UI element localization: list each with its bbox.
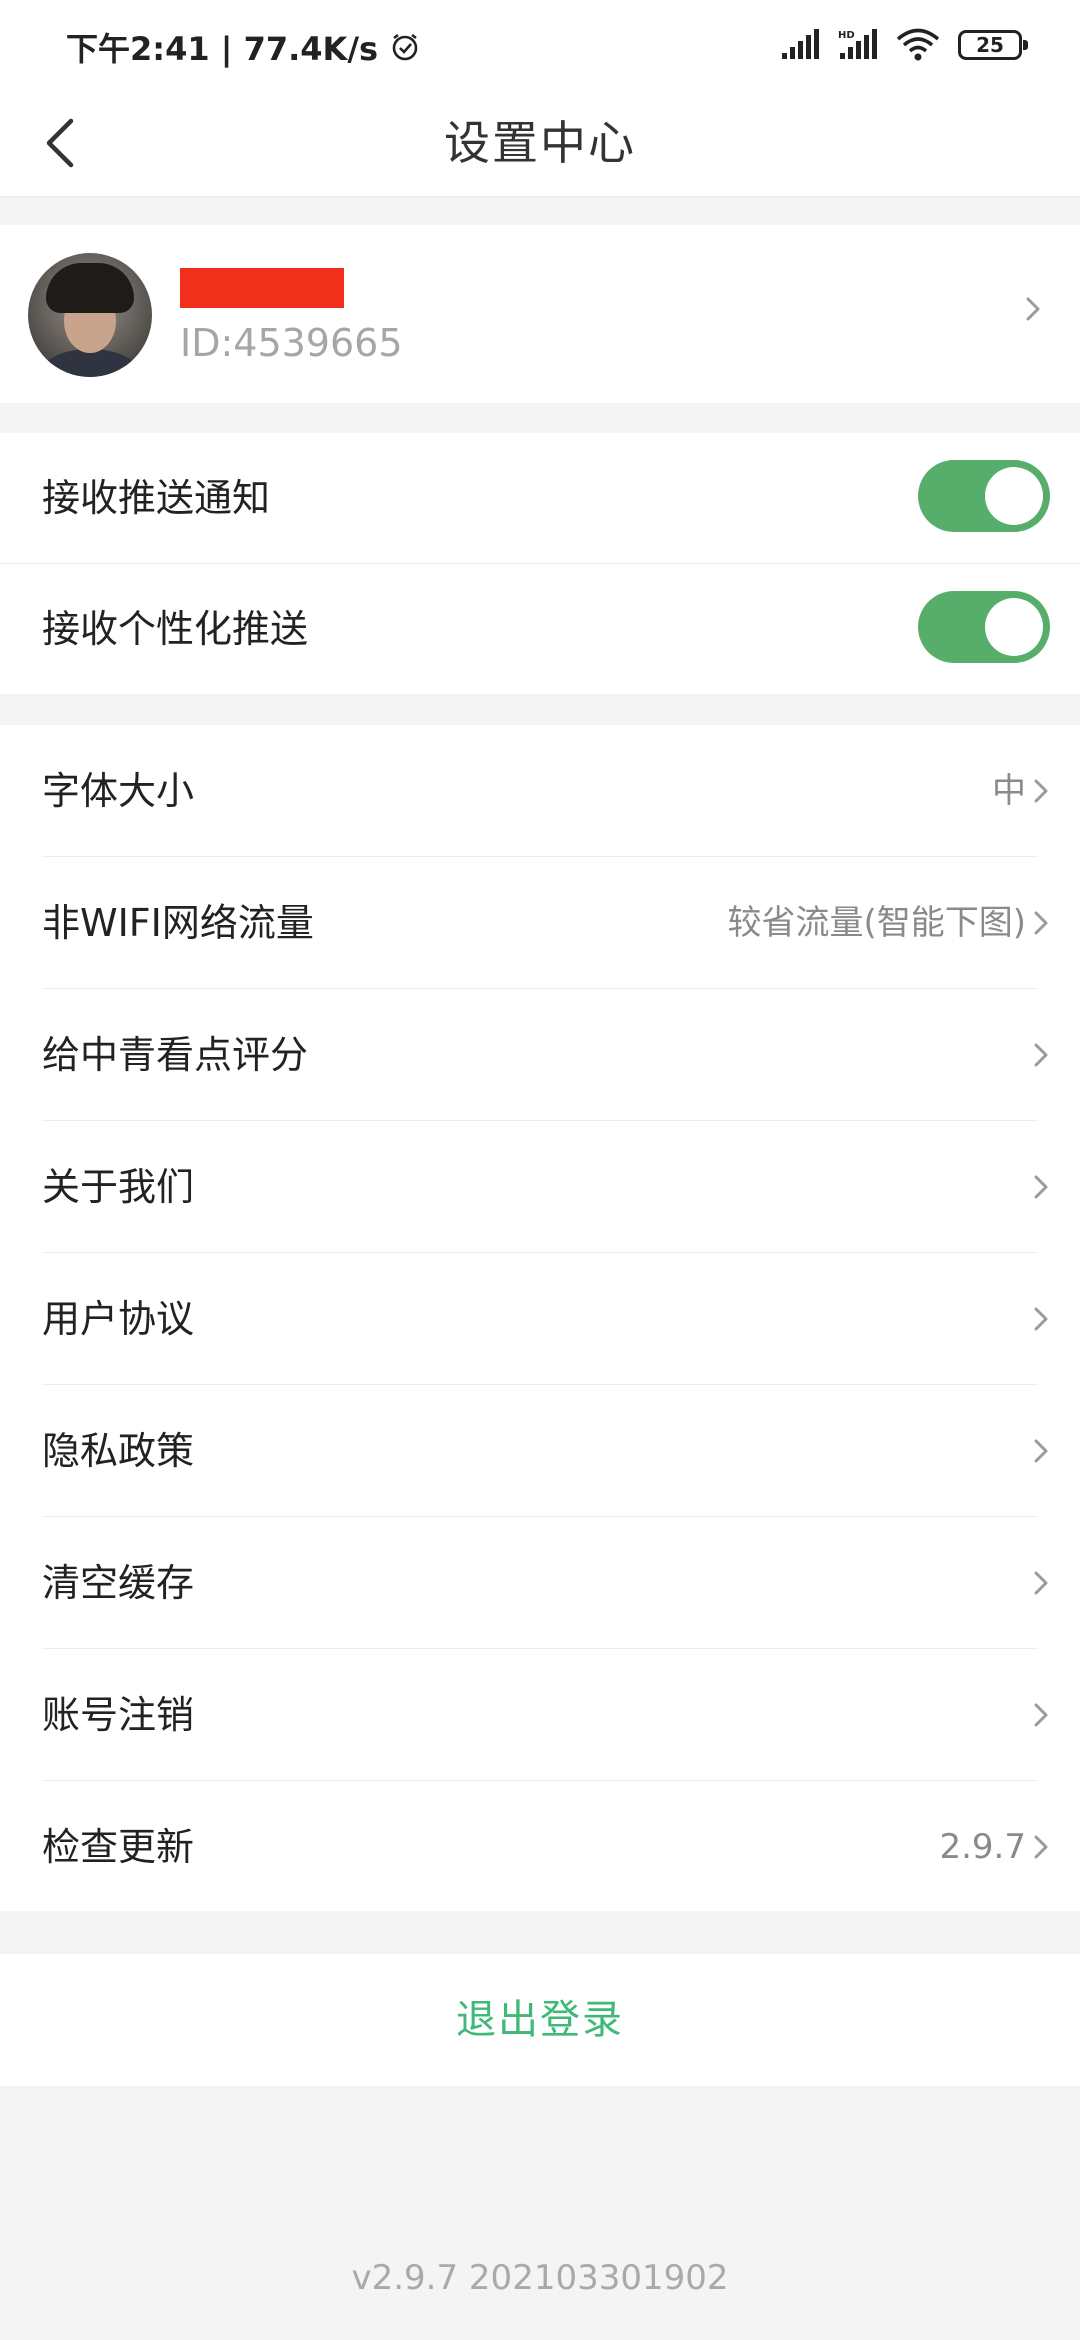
redacted-username <box>180 268 344 308</box>
personalized-push-toggle[interactable] <box>918 591 1050 663</box>
header-bar: 设置中心 <box>0 90 1080 197</box>
chevron-right-icon <box>1034 911 1048 935</box>
menu-item-label: 给中青看点评分 <box>42 1033 309 1077</box>
menu-item-label: 用户协议 <box>42 1297 195 1341</box>
menu-item-label: 非WIFI网络流量 <box>42 901 314 945</box>
chevron-right-icon <box>1034 1835 1048 1859</box>
logout-button[interactable]: 退出登录 <box>0 1954 1080 2086</box>
chevron-right-icon <box>1034 1043 1048 1067</box>
status-bar: 下午2:41 | 77.4K/s HD 25 <box>0 0 1080 90</box>
signal-hd-icon: HD <box>838 29 877 59</box>
notification-settings: 接收推送通知 接收个性化推送 <box>0 433 1080 694</box>
menu-item-privacy-policy[interactable]: 隐私政策 <box>0 1385 1080 1517</box>
menu-item-non-wifi-traffic[interactable]: 非WIFI网络流量 较省流量(智能下图) <box>0 857 1080 989</box>
menu-item-clear-cache[interactable]: 清空缓存 <box>0 1517 1080 1649</box>
status-left: 下午2:41 | 77.4K/s <box>66 24 420 70</box>
alarm-icon <box>392 33 418 61</box>
push-notification-label: 接收推送通知 <box>42 476 271 520</box>
push-notification-row: 接收推送通知 <box>0 433 1080 564</box>
chevron-right-icon <box>1034 1571 1048 1595</box>
version-footer: v2.9.7 202103301902 <box>351 2258 729 2298</box>
menu-item-value: 2.9.7 <box>939 1827 1026 1867</box>
menu-item-rate-app[interactable]: 给中青看点评分 <box>0 989 1080 1121</box>
wifi-icon <box>896 28 940 61</box>
logout-section: 退出登录 <box>0 1954 1080 2086</box>
svg-text:HD: HD <box>838 30 855 41</box>
menu-item-label: 关于我们 <box>42 1165 195 1209</box>
menu-item-label: 清空缓存 <box>42 1561 195 1605</box>
toggle-knob <box>985 467 1043 525</box>
menu-item-delete-account[interactable]: 账号注销 <box>0 1649 1080 1781</box>
chevron-right-icon <box>1034 779 1048 803</box>
settings-menu: 字体大小 中 非WIFI网络流量 较省流量(智能下图) 给中青看点评分 关于我们… <box>0 725 1080 1911</box>
menu-item-value: 较省流量(智能下图) <box>727 903 1026 943</box>
status-right: HD 25 <box>780 28 1028 62</box>
chevron-right-icon <box>1034 1439 1048 1463</box>
user-id: ID:4539665 <box>180 321 403 365</box>
menu-item-label: 隐私政策 <box>42 1429 195 1473</box>
chevron-right-icon <box>1026 297 1040 321</box>
toggle-knob <box>985 598 1043 656</box>
battery-icon: 25 <box>958 30 1028 60</box>
chevron-right-icon <box>1034 1175 1048 1199</box>
personalized-push-label: 接收个性化推送 <box>42 607 309 651</box>
status-time-speed: 下午2:41 | 77.4K/s <box>66 30 379 68</box>
signal-icon <box>782 29 819 59</box>
menu-item-label: 字体大小 <box>42 769 195 813</box>
push-notification-toggle[interactable] <box>918 460 1050 532</box>
menu-item-label: 账号注销 <box>42 1693 195 1737</box>
chevron-right-icon <box>1034 1703 1048 1727</box>
chevron-right-icon <box>1034 1307 1048 1331</box>
menu-item-check-update[interactable]: 检查更新 2.9.7 <box>0 1781 1080 1913</box>
personalized-push-row: 接收个性化推送 <box>0 564 1080 694</box>
page-title: 设置中心 <box>444 116 636 170</box>
menu-item-about-us[interactable]: 关于我们 <box>0 1121 1080 1253</box>
profile-card[interactable]: ID:4539665 <box>0 225 1080 403</box>
menu-item-value: 中 <box>992 771 1026 811</box>
menu-item-label: 检查更新 <box>42 1825 195 1869</box>
avatar[interactable] <box>28 253 152 377</box>
menu-item-font-size[interactable]: 字体大小 中 <box>0 725 1080 857</box>
menu-item-user-agreement[interactable]: 用户协议 <box>0 1253 1080 1385</box>
battery-level: 25 <box>976 33 1004 57</box>
